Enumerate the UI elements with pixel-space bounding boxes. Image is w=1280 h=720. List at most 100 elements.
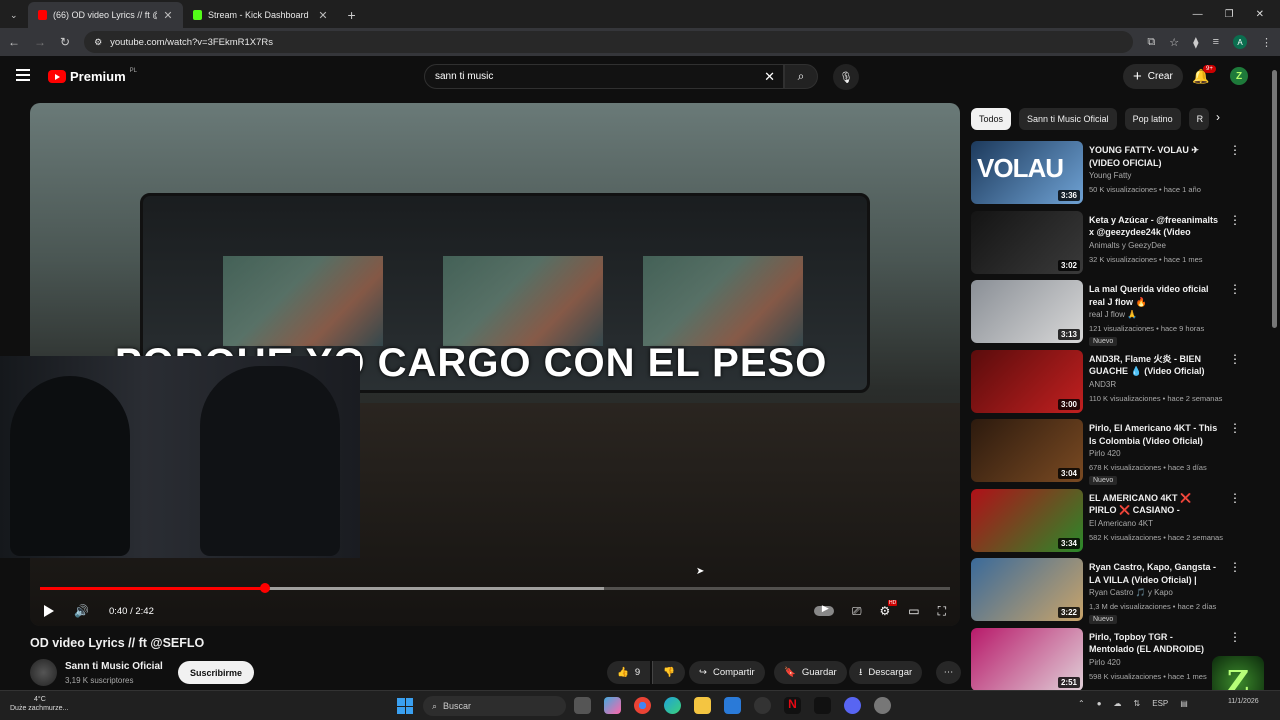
copilot-icon[interactable] [604,697,621,714]
share-button[interactable]: ↪ Compartir [689,661,765,684]
browser-menu-icon[interactable]: ⋮ [1261,36,1272,49]
chevron-right-icon[interactable]: › [1216,110,1220,124]
clear-search-icon[interactable]: ✕ [764,69,775,85]
new-tab-button[interactable]: + [338,2,366,28]
related-video-item[interactable]: 3:00 AND3R, Flame 火炎 - BIEN GUACHE 💧 (Vi… [971,349,1251,420]
extensions-icon[interactable]: ⧫ [1193,36,1198,49]
related-video-thumbnail[interactable]: 3:04 [971,419,1083,482]
task-view-icon[interactable] [574,697,591,714]
like-button[interactable]: 👍 9 [607,661,651,684]
channel-name[interactable]: Sann ti Music Oficial [65,661,163,672]
volume-icon[interactable]: 🔊 [74,604,89,618]
search-button[interactable]: ⌕ [784,64,818,89]
chrome-icon[interactable] [634,697,651,714]
more-options-icon[interactable]: ⋮ [1229,491,1241,505]
chip-truncated[interactable]: R [1188,108,1209,130]
close-tab-icon[interactable]: ✕ [318,9,327,22]
site-info-icon[interactable]: ⚙ [94,37,102,48]
tray-app-icon[interactable]: ● [1097,699,1102,708]
more-options-icon[interactable]: ⋮ [1229,630,1241,644]
install-icon[interactable]: ⧉ [1147,36,1155,49]
file-explorer-icon[interactable] [694,697,711,714]
discord-icon[interactable] [844,697,861,714]
related-video-item[interactable]: VOLAU 3:36 YOUNG FATTY- VOLAU ✈ (VIDEO O… [971,141,1251,211]
back-icon[interactable]: ← [8,35,20,49]
windows-start-icon[interactable] [397,698,413,714]
more-options-icon[interactable]: ⋮ [1229,352,1241,366]
related-video-title[interactable]: Pirlo, El Americano 4KT - This Is Colomb… [1089,422,1219,447]
related-video-title[interactable]: YOUNG FATTY- VOLAU ✈ (VIDEO OFICIAL) [1089,144,1219,169]
tab-menu-icon[interactable]: ⌄ [0,2,28,28]
channel-avatar[interactable] [30,659,57,686]
more-actions-button[interactable]: ⋯ [936,661,961,684]
network-icon[interactable]: ▤ [1180,699,1188,708]
close-window-icon[interactable]: ✕ [1256,9,1264,20]
browser-tab-youtube[interactable]: (66) OD video Lyrics // ft @SEFL ✕ [27,2,183,28]
edge-icon[interactable] [664,697,681,714]
voice-search-button[interactable]: 🎙 [833,64,859,90]
chip-todos[interactable]: Todos [971,108,1012,130]
tray-app-icon[interactable]: ☁ [1114,699,1122,708]
related-video-channel[interactable]: Animalts y GeezyDee [1089,241,1166,250]
related-video-channel[interactable]: Pirlo 420 [1089,449,1121,458]
related-video-title[interactable]: AND3R, Flame 火炎 - BIEN GUACHE 💧 (Video O… [1089,353,1219,378]
related-video-thumbnail[interactable]: 3:13 [971,280,1083,343]
language-indicator[interactable]: ESP [1152,699,1168,708]
play-icon[interactable] [44,605,54,617]
related-video-item[interactable]: 3:34 EL AMERICANO 4KT ❌ PIRLO ❌ CASIANO … [971,488,1251,559]
related-video-thumbnail[interactable]: 3:00 [971,349,1083,413]
create-button[interactable]: + Crear [1123,64,1183,89]
related-video-title[interactable]: Pirlo, Topboy TGR - Mentolado (EL ANDROI… [1089,631,1219,656]
chevron-up-icon[interactable]: ⌃ [1078,699,1085,708]
autoplay-toggle[interactable] [813,603,834,616]
more-options-icon[interactable]: ⋮ [1229,421,1241,435]
related-video-item[interactable]: 3:22 Ryan Castro, Kapo, Gangsta - LA VIL… [971,558,1251,628]
subscribe-button[interactable]: Suscribirme [178,661,255,684]
related-video-title[interactable]: EL AMERICANO 4KT ❌ PIRLO ❌ CASIANO - MOJ… [1089,492,1219,517]
reload-icon[interactable]: ↻ [60,35,70,49]
close-tab-icon[interactable]: ✕ [163,9,172,22]
youtube-premium-logo[interactable]: Premium PL [48,68,137,84]
more-options-icon[interactable]: ⋮ [1229,213,1241,227]
settings-gear-icon[interactable]: ⚙ [879,600,897,618]
related-video-title[interactable]: Ryan Castro, Kapo, Gangsta - LA VILLA (V… [1089,561,1219,586]
related-video-item[interactable]: 2:51 Pirlo, Topboy TGR - Mentolado (EL A… [971,627,1251,698]
save-button[interactable]: 🔖 Guardar [774,661,847,684]
related-video-thumbnail[interactable]: 3:02 [971,210,1083,274]
subtitles-icon[interactable]: ⎚ [852,604,862,619]
related-video-channel[interactable]: AND3R [1089,380,1116,389]
related-video-channel[interactable]: Ryan Castro 🎵 y Kapo [1089,588,1173,597]
reading-list-icon[interactable]: ≡ [1213,36,1219,48]
related-video-channel[interactable]: real J flow 🙏 [1089,310,1137,319]
taskbar-search[interactable]: ⌕ Buscar [423,696,566,716]
url-field[interactable]: ⚙ youtube.com/watch?v=3FEkmR1X7Rs [84,31,1134,53]
obs-icon[interactable] [754,697,771,714]
capcut-icon[interactable] [814,697,831,714]
bookmark-star-icon[interactable]: ☆ [1169,36,1179,49]
profile-avatar[interactable]: A [1233,35,1247,49]
download-button[interactable]: ⭳ Descargar [849,661,923,684]
netflix-icon[interactable]: N [784,697,801,714]
more-options-icon[interactable]: ⋮ [1229,143,1241,157]
minimize-icon[interactable]: — [1193,9,1203,20]
fullscreen-icon[interactable]: ⛶ [938,604,946,619]
related-video-title[interactable]: La mal Querida video oficial real J flow… [1089,283,1219,308]
related-video-thumbnail[interactable]: 2:51 [971,627,1083,691]
related-video-title[interactable]: Keta y Azúcar - @freeanimalts x @geezyde… [1089,214,1219,239]
progress-scrubber[interactable] [259,583,270,593]
related-video-channel[interactable]: Young Fatty [1089,171,1131,180]
progress-bar[interactable] [40,583,950,593]
related-video-thumbnail[interactable]: VOLAU 3:36 [971,141,1083,204]
hamburger-menu-icon[interactable] [16,69,30,84]
related-video-channel[interactable]: Pirlo 420 [1089,658,1121,667]
browser-tab-kick[interactable]: Stream - Kick Dashboard ✕ [183,2,338,28]
maximize-icon[interactable]: ❐ [1225,9,1234,20]
chip-channel[interactable]: Sann ti Music Oficial [1019,108,1117,130]
related-video-thumbnail[interactable]: 3:34 [971,488,1083,552]
related-video-channel[interactable]: El Americano 4KT [1089,519,1153,528]
user-avatar[interactable]: Z [1230,67,1248,85]
usb-icon[interactable]: ⇅ [1134,699,1141,708]
related-video-thumbnail[interactable]: 3:22 [971,558,1083,621]
related-video-item[interactable]: 3:04 Pirlo, El Americano 4KT - This Is C… [971,419,1251,489]
more-options-icon[interactable]: ⋮ [1229,560,1241,574]
